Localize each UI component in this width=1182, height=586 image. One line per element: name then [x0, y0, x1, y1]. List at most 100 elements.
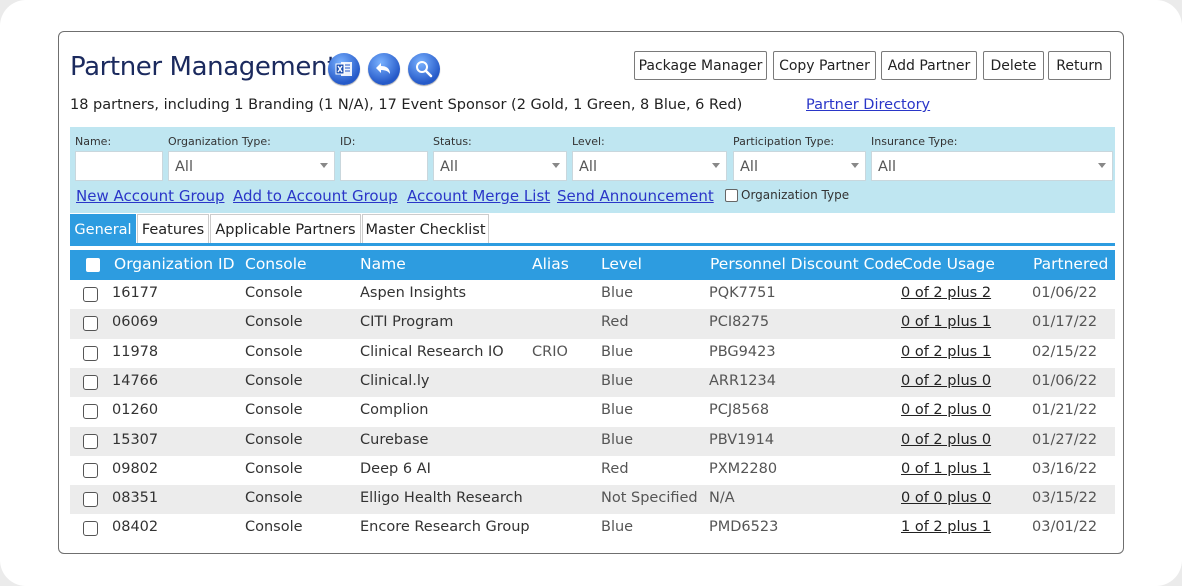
cell-console[interactable]: Console: [245, 519, 303, 535]
table-row[interactable]: 09802 Console Deep 6 AI Red PXM2280 0 of…: [70, 456, 1115, 485]
cell-level: Blue: [601, 431, 634, 448]
cell-name[interactable]: Clinical.ly: [360, 373, 430, 389]
col-name[interactable]: Name: [360, 255, 406, 273]
cell-code-usage-link[interactable]: 0 of 2 plus 0: [901, 432, 991, 448]
select-all-checkbox[interactable]: [86, 258, 100, 272]
tab-master-checklist[interactable]: Master Checklist: [362, 214, 489, 244]
cell-code-usage-link[interactable]: 0 of 2 plus 0: [901, 402, 991, 418]
col-organization-id[interactable]: Organization ID: [114, 255, 235, 273]
cell-name[interactable]: CITI Program: [360, 314, 453, 330]
id-filter-input[interactable]: [340, 151, 428, 181]
cell-name[interactable]: Encore Research Group: [360, 519, 530, 535]
cell-name[interactable]: Complion: [360, 402, 428, 418]
row-checkbox[interactable]: [83, 287, 98, 302]
row-checkbox[interactable]: [83, 492, 98, 508]
tab-underline: [70, 243, 1115, 246]
cell-code-usage-link[interactable]: 1 of 2 plus 1: [901, 519, 991, 535]
row-checkbox[interactable]: [83, 345, 98, 361]
cell-console[interactable]: Console: [245, 461, 303, 477]
row-checkbox[interactable]: [83, 462, 98, 478]
row-checkbox[interactable]: [83, 404, 98, 420]
package-manager-button[interactable]: Package Manager: [634, 51, 767, 80]
cell-discount-code: PQK7751: [709, 285, 776, 301]
participation-filter-select[interactable]: All: [733, 151, 866, 181]
partner-directory-link[interactable]: Partner Directory: [806, 97, 930, 113]
cell-console[interactable]: Console: [245, 432, 303, 448]
cell-org-id: 08402: [112, 519, 159, 536]
cell-name[interactable]: Clinical Research IO: [360, 344, 504, 360]
tab-applicable-partners[interactable]: Applicable Partners: [210, 214, 361, 244]
col-level[interactable]: Level: [601, 255, 642, 273]
cell-discount-code: ARR1234: [709, 372, 776, 389]
cell-org-id: 01260: [112, 402, 159, 419]
table-row[interactable]: 08351 Console Elligo Health Research Not…: [70, 485, 1115, 515]
add-partner-button[interactable]: Add Partner: [881, 51, 977, 80]
cell-console[interactable]: Console: [245, 314, 303, 330]
cell-name[interactable]: Deep 6 AI: [360, 461, 431, 477]
cell-code-usage-link[interactable]: 0 of 1 plus 1: [901, 314, 991, 330]
table-row[interactable]: 16177 Console Aspen Insights Blue PQK775…: [70, 280, 1115, 309]
col-console[interactable]: Console: [245, 255, 307, 273]
table-row[interactable]: 08402 Console Encore Research Group Blue…: [70, 514, 1115, 543]
table-row[interactable]: 14766 Console Clinical.ly Blue ARR1234 0…: [70, 367, 1115, 398]
participation-filter-value: All: [740, 159, 758, 175]
cell-org-id: 08351: [112, 490, 159, 507]
col-personnel-discount-code[interactable]: Personnel Discount Code: [710, 255, 903, 273]
level-filter-select[interactable]: All: [572, 151, 727, 181]
excel-icon[interactable]: [328, 53, 360, 85]
name-filter-input[interactable]: [75, 151, 163, 181]
cell-code-usage-link[interactable]: 0 of 0 plus 0: [901, 490, 991, 506]
cell-name[interactable]: Elligo Health Research: [360, 490, 523, 506]
account-merge-list-link[interactable]: Account Merge List: [407, 187, 550, 205]
col-partnered[interactable]: Partnered: [1033, 255, 1108, 273]
cell-code-usage-link[interactable]: 0 of 2 plus 0: [901, 373, 991, 389]
name-filter-label: Name:: [75, 135, 112, 148]
return-button[interactable]: Return: [1048, 51, 1111, 80]
cell-level: Blue: [601, 343, 634, 360]
col-alias[interactable]: Alias: [532, 255, 569, 273]
tab-features[interactable]: Features: [137, 214, 209, 244]
cell-console[interactable]: Console: [245, 344, 303, 360]
send-announcement-link[interactable]: Send Announcement: [557, 187, 714, 205]
table-row[interactable]: 15307 Console Curebase Blue PBV1914 0 of…: [70, 426, 1115, 456]
add-to-account-group-link[interactable]: Add to Account Group: [233, 187, 398, 205]
col-code-usage[interactable]: Code Usage: [902, 255, 995, 273]
cell-discount-code: PXM2280: [709, 460, 778, 477]
page-title: Partner Management: [70, 52, 337, 82]
status-filter-select[interactable]: All: [433, 151, 567, 181]
new-account-group-link[interactable]: New Account Group: [76, 187, 224, 205]
org-type-filter-select[interactable]: All: [168, 151, 335, 181]
back-arrow-icon[interactable]: [368, 53, 400, 85]
cell-code-usage-link[interactable]: 0 of 2 plus 2: [901, 285, 991, 301]
cell-name[interactable]: Aspen Insights: [360, 285, 466, 301]
cell-console[interactable]: Console: [245, 402, 303, 418]
cell-partnered: 01/21/22: [1032, 402, 1098, 419]
delete-button[interactable]: Delete: [983, 51, 1044, 80]
cell-console[interactable]: Console: [245, 373, 303, 389]
cell-code-usage-link[interactable]: 0 of 1 plus 1: [901, 461, 991, 477]
cell-level: Red: [601, 460, 629, 477]
cell-code-usage-link[interactable]: 0 of 2 plus 1: [901, 344, 991, 360]
table-row[interactable]: 11978 Console Clinical Research IO CRIO …: [70, 339, 1115, 368]
filter-bar: Name: Organization Type: All ID: Status:…: [70, 127, 1115, 213]
copy-partner-button[interactable]: Copy Partner: [773, 51, 876, 80]
insurance-filter-select[interactable]: All: [871, 151, 1113, 181]
chevron-down-icon: [320, 163, 328, 168]
search-icon[interactable]: [408, 53, 440, 85]
org-type-checkbox[interactable]: [725, 189, 738, 202]
cell-console[interactable]: Console: [245, 490, 303, 506]
cell-discount-code: PCI8275: [709, 314, 770, 331]
table-header: Organization ID Console Name Alias Level…: [70, 250, 1115, 280]
cell-console[interactable]: Console: [245, 285, 303, 301]
cell-name[interactable]: Curebase: [360, 432, 428, 448]
tab-general[interactable]: General: [70, 214, 136, 244]
row-checkbox[interactable]: [83, 316, 98, 332]
row-checkbox[interactable]: [83, 433, 98, 449]
row-checkbox[interactable]: [83, 521, 98, 537]
row-checkbox[interactable]: [83, 374, 98, 390]
table-row[interactable]: 01260 Console Complion Blue PCJ8568 0 of…: [70, 397, 1115, 426]
table-row[interactable]: 06069 Console CITI Program Red PCI8275 0…: [70, 309, 1115, 339]
org-type-checkbox-label: Organization Type: [741, 188, 850, 202]
level-filter-label: Level:: [572, 135, 605, 148]
cell-org-id: 09802: [112, 460, 159, 477]
